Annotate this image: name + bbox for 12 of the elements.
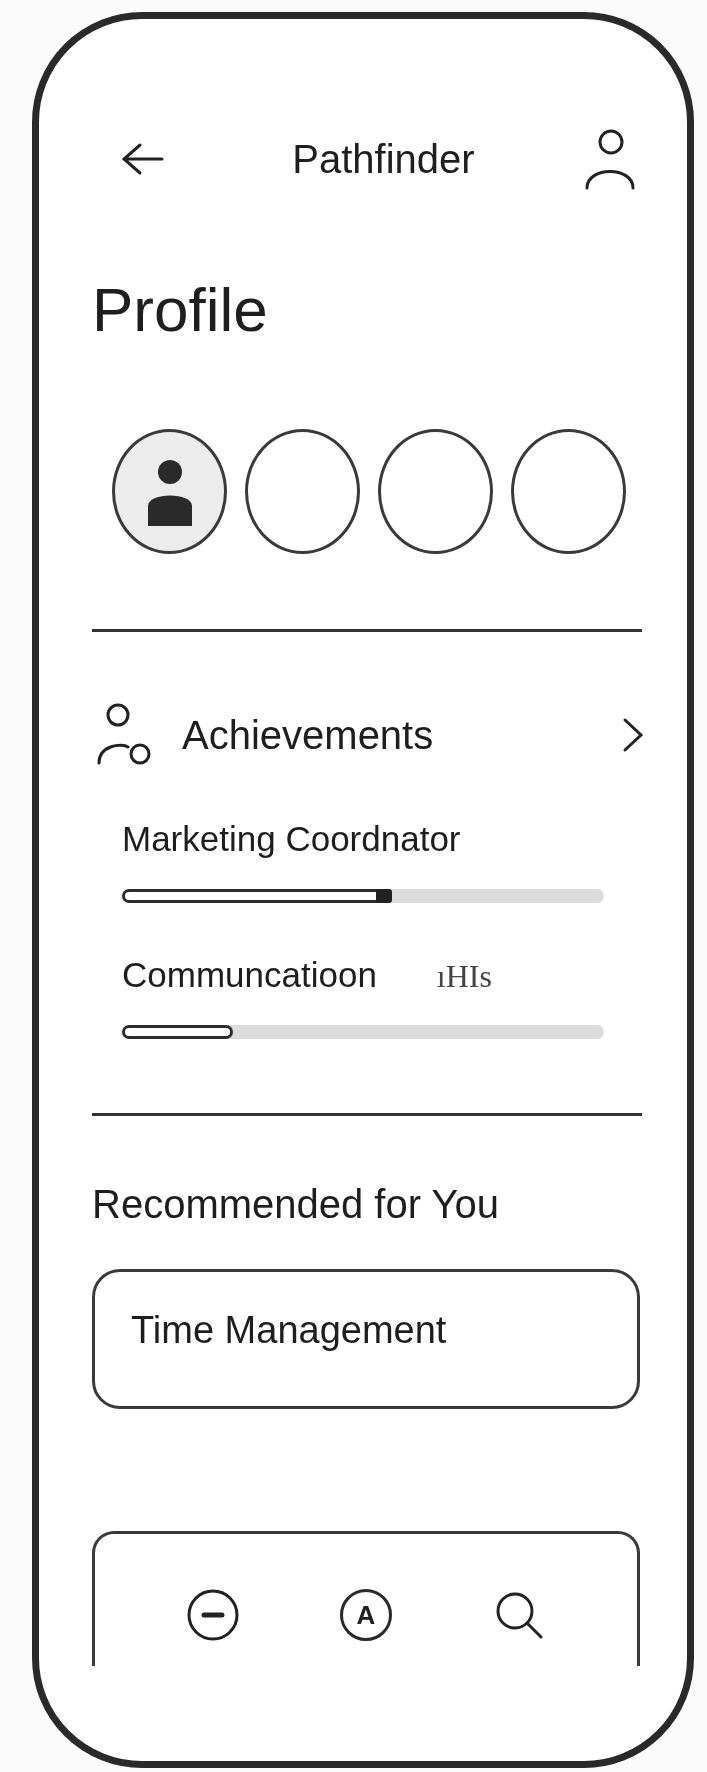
chevron-right-icon <box>622 717 644 753</box>
achievement-label: Marketing Coordnator <box>122 819 461 859</box>
recommendation-card[interactable]: Time Management <box>92 1269 640 1409</box>
achievements-row[interactable]: Achievements <box>92 703 652 767</box>
person-icon <box>145 457 194 526</box>
achievement-label: Communcatioon <box>122 955 377 995</box>
achievement-note: ıHIs <box>436 958 492 995</box>
section-title: Recommended for You <box>92 1182 500 1227</box>
back-arrow-icon[interactable] <box>120 141 166 177</box>
account-button[interactable]: A <box>340 1589 392 1641</box>
app-title: Pathfinder <box>292 136 475 182</box>
page-title: Profile <box>92 279 269 341</box>
